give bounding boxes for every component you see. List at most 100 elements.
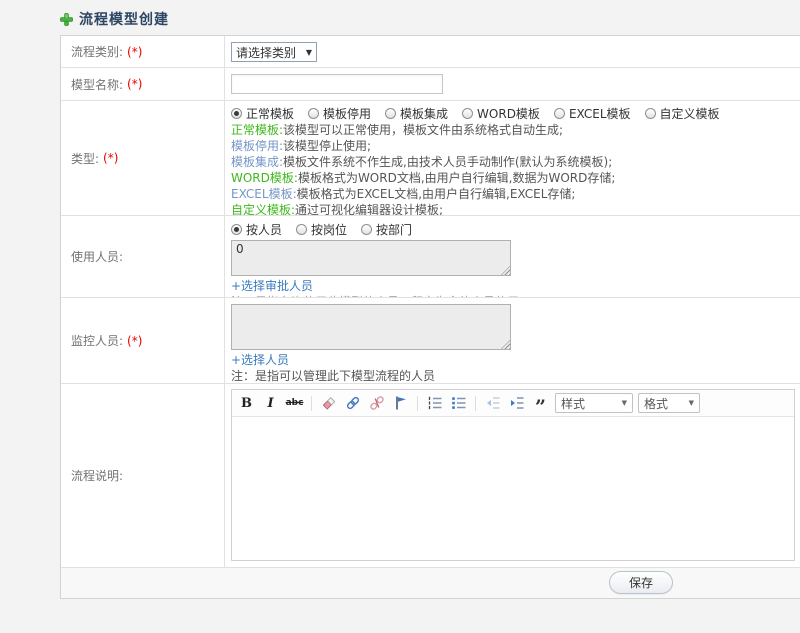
radio-icon bbox=[462, 107, 474, 119]
styles-dropdown[interactable]: 样式 ▼ bbox=[555, 393, 633, 413]
remove-format-button[interactable] bbox=[319, 394, 338, 413]
radio-type-custom[interactable]: 自定义模板 bbox=[644, 104, 720, 122]
toolbar-separator bbox=[417, 395, 418, 411]
toolbar-separator bbox=[475, 395, 476, 411]
bulleted-list-button[interactable] bbox=[449, 394, 468, 413]
editor-toolbar: B I abc ” 样式 ▼ 格式 ▼ bbox=[232, 390, 794, 417]
form-table: 流程类别: (*) 请选择类别 ▼ 模型名称: (*) 类型: (*) 正常模板… bbox=[60, 35, 800, 599]
monitors-textarea-wrap bbox=[231, 304, 511, 350]
monitors-textarea[interactable] bbox=[231, 304, 511, 350]
radio-by-department[interactable]: 按部门 bbox=[361, 220, 412, 238]
bold-icon: B bbox=[241, 395, 252, 411]
bold-button[interactable]: B bbox=[237, 394, 256, 413]
editor-content-area[interactable] bbox=[232, 417, 794, 560]
users-label: 使用人员: bbox=[71, 250, 124, 264]
type-description: 自定义模板:通过可视化编辑器设计模板; bbox=[231, 202, 800, 216]
increase-indent-button[interactable] bbox=[507, 394, 526, 413]
type-term: EXCEL模板: bbox=[231, 187, 297, 201]
radio-label: EXCEL模板 bbox=[568, 106, 631, 121]
type-term: 模板停用: bbox=[231, 139, 284, 153]
users-textarea-wrap: 0 bbox=[231, 240, 511, 276]
insert-link-button[interactable] bbox=[343, 394, 362, 413]
strikethrough-button[interactable]: abc bbox=[285, 394, 304, 413]
chevron-down-icon: ▼ bbox=[621, 399, 627, 407]
radio-by-position[interactable]: 按岗位 bbox=[296, 220, 347, 238]
page-title: 流程模型创建 bbox=[79, 12, 169, 28]
type-term: WORD模板: bbox=[231, 171, 298, 185]
radio-icon bbox=[385, 107, 397, 119]
radio-icon bbox=[231, 223, 242, 235]
type-required-mark: (*) bbox=[103, 151, 119, 165]
blockquote-button[interactable]: ” bbox=[531, 394, 550, 418]
numbered-list-icon bbox=[428, 396, 441, 410]
remove-format-eraser-icon bbox=[322, 397, 335, 410]
unlink-button[interactable] bbox=[367, 394, 386, 413]
type-desc-text: 该模型可以正常使用，模板文件由系统格式自动生成; bbox=[283, 123, 564, 137]
styles-dropdown-value: 样式 bbox=[561, 396, 586, 411]
radio-icon bbox=[231, 107, 242, 119]
category-select[interactable]: 请选择类别 ▼ bbox=[231, 42, 317, 62]
radio-type-disabled[interactable]: 模板停用 bbox=[308, 104, 371, 122]
description-value-cell: B I abc ” 样式 ▼ 格式 ▼ bbox=[225, 384, 800, 567]
radio-icon bbox=[296, 223, 308, 235]
format-dropdown-value: 格式 bbox=[644, 396, 669, 411]
unlink-broken-chain-icon bbox=[369, 396, 384, 410]
select-approvers-link[interactable]: +选择审批人员 bbox=[231, 278, 313, 294]
select-people-link[interactable]: +选择人员 bbox=[231, 352, 289, 368]
type-term: 自定义模板: bbox=[231, 203, 296, 216]
anchor-button[interactable] bbox=[391, 394, 410, 413]
chevron-down-icon: ▼ bbox=[305, 47, 312, 57]
anchor-flag-icon bbox=[395, 396, 406, 410]
radio-label: 自定义模板 bbox=[659, 106, 720, 121]
radio-type-integrated[interactable]: 模板集成 bbox=[385, 104, 448, 122]
type-label-cell: 类型: (*) bbox=[61, 101, 225, 215]
type-desc-text: 模板格式为WORD文档,由用户自行编辑,数据为WORD存储; bbox=[297, 171, 616, 185]
type-desc-text: 该模型停止使用; bbox=[283, 139, 372, 153]
category-label-cell: 流程类别: (*) bbox=[61, 36, 225, 67]
page-header: 流程模型创建 bbox=[60, 9, 169, 29]
radio-label: 按岗位 bbox=[311, 222, 348, 237]
format-dropdown[interactable]: 格式 ▼ bbox=[638, 393, 700, 413]
bulleted-list-icon bbox=[451, 397, 465, 409]
chevron-down-icon: ▼ bbox=[688, 399, 694, 407]
type-desc-text: 通过可视化编辑器设计模板; bbox=[295, 203, 444, 216]
save-button[interactable]: 保存 bbox=[609, 571, 673, 594]
radio-type-excel[interactable]: EXCEL模板 bbox=[553, 104, 631, 122]
type-term: 模板集成: bbox=[231, 155, 284, 169]
type-description: EXCEL模板:模板格式为EXCEL文档,由用户自行编辑,EXCEL存储; bbox=[231, 186, 800, 202]
radio-icon bbox=[308, 107, 320, 119]
radio-by-person[interactable]: 按人员 bbox=[231, 220, 282, 238]
row-model-name: 模型名称: (*) bbox=[61, 68, 800, 101]
users-radio-group: 按人员 按岗位 按部门 bbox=[231, 220, 800, 238]
category-select-value: 请选择类别 bbox=[236, 45, 297, 60]
category-required-mark: (*) bbox=[127, 44, 143, 59]
type-desc-text: 模板文件系统不作生成,由技术人员手动制作(默认为系统模板); bbox=[283, 155, 613, 169]
decrease-indent-button[interactable] bbox=[483, 394, 502, 413]
row-save: 保存 bbox=[61, 568, 800, 598]
row-type: 类型: (*) 正常模板 模板停用 模板集成 WORD模板 EXCEL模板 自定… bbox=[61, 101, 800, 216]
model-name-label-cell: 模型名称: (*) bbox=[61, 68, 225, 100]
radio-type-word[interactable]: WORD模板 bbox=[462, 104, 540, 122]
model-name-input[interactable] bbox=[231, 74, 443, 94]
row-category: 流程类别: (*) 请选择类别 ▼ bbox=[61, 36, 800, 68]
plus-icon bbox=[60, 12, 73, 26]
radio-label: 模板停用 bbox=[323, 106, 372, 121]
type-term: 正常模板: bbox=[231, 123, 284, 137]
outdent-icon bbox=[486, 397, 499, 409]
italic-button[interactable]: I bbox=[261, 394, 280, 413]
radio-type-normal[interactable]: 正常模板 bbox=[231, 104, 294, 122]
numbered-list-button[interactable] bbox=[425, 394, 444, 413]
users-label-cell: 使用人员: bbox=[61, 216, 225, 297]
radio-label: 正常模板 bbox=[246, 106, 295, 121]
description-label-cell: 流程说明: bbox=[61, 384, 225, 567]
monitors-label: 监控人员: bbox=[71, 334, 124, 348]
monitors-required-mark: (*) bbox=[127, 333, 143, 348]
category-value-cell: 请选择类别 ▼ bbox=[225, 36, 800, 67]
category-label: 流程类别: bbox=[71, 45, 124, 59]
blockquote-icon: ” bbox=[535, 396, 546, 418]
users-textarea[interactable]: 0 bbox=[231, 240, 511, 276]
monitors-label-cell: 监控人员: (*) bbox=[61, 298, 225, 383]
radio-label: WORD模板 bbox=[477, 106, 540, 121]
monitors-value-cell: +选择人员 注：是指可以管理此下模型流程的人员 bbox=[225, 298, 800, 383]
toolbar-separator bbox=[311, 395, 312, 411]
